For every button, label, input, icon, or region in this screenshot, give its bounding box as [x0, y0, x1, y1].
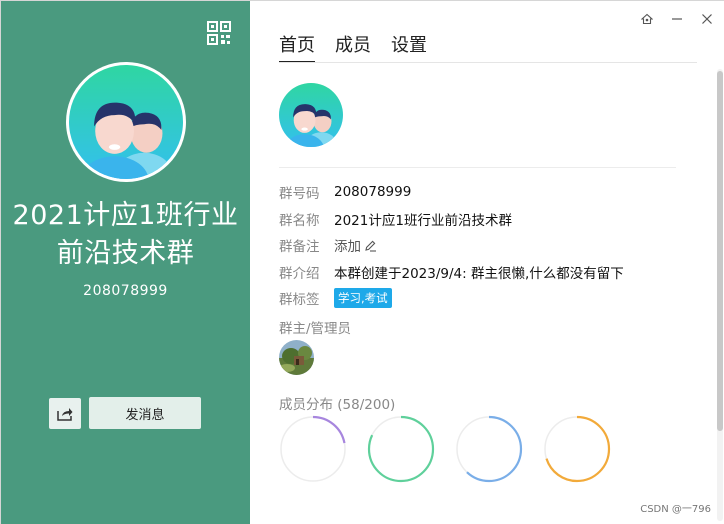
info-key: 群备注: [279, 239, 320, 256]
distribution-section-title: 成员分布 (58/200): [279, 397, 396, 413]
tab-divider: [279, 62, 697, 63]
distribution-rings: [279, 415, 611, 483]
group-name-large: 2021计应1班行业前沿技术群: [12, 200, 239, 269]
group-avatar-small[interactable]: [279, 83, 343, 147]
right-info-panel: 首页 成员 设置 群号码 208078999 群名称 2021计应1班行业前沿技…: [250, 1, 724, 524]
add-remark-link[interactable]: 添加: [334, 235, 377, 255]
group-avatar-large[interactable]: [66, 62, 186, 182]
info-key: 群号码: [279, 186, 320, 203]
edit-icon: [365, 240, 376, 252]
info-row-group-name: 群名称 2021计应1班行业前沿技术群: [279, 206, 624, 233]
qr-code-icon[interactable]: [207, 21, 231, 45]
info-row-group-number: 群号码 208078999: [279, 179, 624, 206]
watermark: CSDN @一796: [640, 504, 711, 515]
info-row-remark: 群备注 添加: [279, 232, 624, 259]
distribution-ring-4[interactable]: [543, 415, 611, 483]
info-key: 群介绍: [279, 265, 320, 282]
avatar-divider: [279, 167, 676, 168]
share-button[interactable]: [49, 398, 81, 429]
group-profile-window: 2021计应1班行业前沿技术群 208078999 发消息 首页 成员 设置 群…: [0, 0, 724, 524]
group-name-value: 2021计应1班行业前沿技术群: [334, 212, 512, 229]
window-controls: [639, 11, 715, 27]
group-id-large: 208078999: [83, 283, 168, 299]
share-icon: [57, 407, 73, 421]
distribution-ring-1[interactable]: [279, 415, 347, 483]
scrollbar-thumb[interactable]: [717, 71, 723, 431]
tab-members[interactable]: 成员: [335, 31, 371, 63]
tab-home[interactable]: 首页: [279, 31, 315, 63]
group-intro-value: 本群创建于2023/9/4: 群主很懒,什么都没有留下: [334, 265, 624, 282]
info-key: 群标签: [279, 292, 320, 309]
info-row-tags: 群标签 学习,考试: [279, 285, 624, 312]
distribution-ring-2[interactable]: [367, 415, 435, 483]
add-remark-label: 添加: [334, 239, 361, 256]
close-icon[interactable]: [699, 11, 715, 27]
info-row-intro: 群介绍 本群创建于2023/9/4: 群主很懒,什么都没有留下: [279, 259, 624, 286]
tab-bar: 首页 成员 设置: [279, 31, 427, 63]
admins-section-title: 群主/管理员: [279, 321, 352, 337]
skin-icon[interactable]: [639, 11, 655, 27]
left-profile-panel: 2021计应1班行业前沿技术群 208078999 发消息: [1, 1, 250, 524]
admin-avatar[interactable]: [279, 340, 314, 375]
group-info-list: 群号码 208078999 群名称 2021计应1班行业前沿技术群 群备注 添加…: [279, 179, 624, 312]
tab-settings[interactable]: 设置: [391, 31, 427, 63]
send-message-button[interactable]: 发消息: [89, 397, 201, 429]
minimize-icon[interactable]: [669, 11, 685, 27]
info-key: 群名称: [279, 212, 320, 229]
distribution-ring-3[interactable]: [455, 415, 523, 483]
group-tag-badge[interactable]: 学习,考试: [334, 288, 392, 309]
scrollbar[interactable]: [717, 69, 723, 521]
group-number-value: 208078999: [334, 184, 412, 201]
